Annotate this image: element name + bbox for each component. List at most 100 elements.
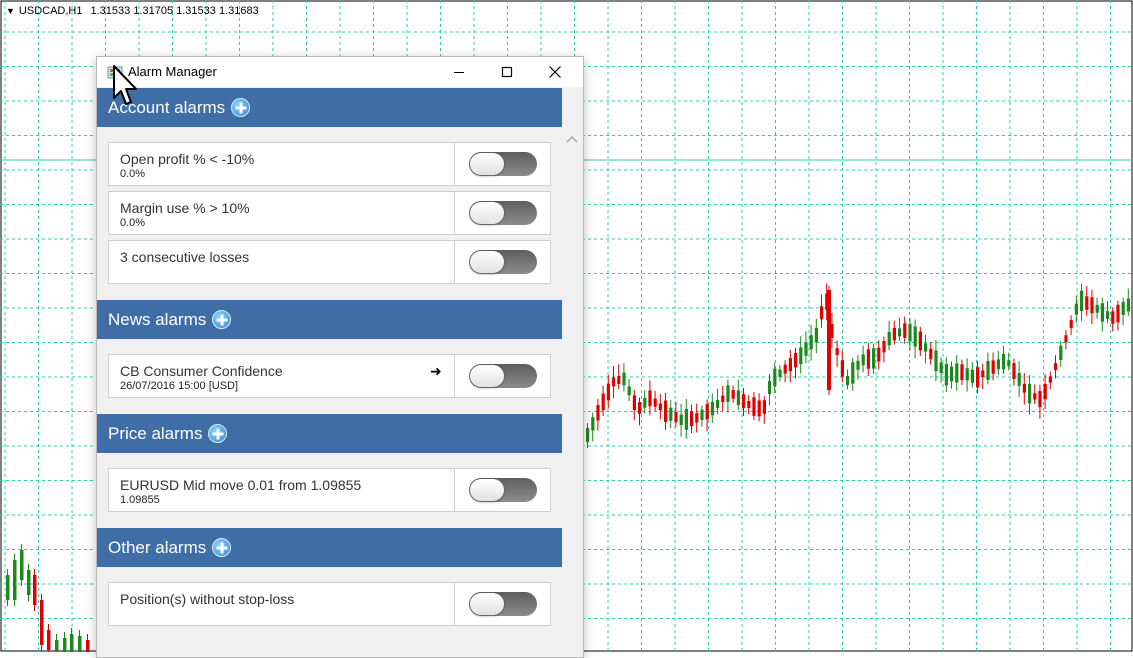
candle-body: [70, 634, 74, 652]
candle-body: [856, 360, 860, 370]
alarm-row-cb-consumer-confidence[interactable]: CB Consumer Confidence 26/07/2016 15:00 …: [108, 354, 551, 398]
alarm-title: Open profit % < -10%: [120, 151, 255, 167]
add-other-alarm-icon[interactable]: [212, 538, 232, 557]
arrow-right-icon[interactable]: ➜: [430, 363, 442, 380]
candle-body: [731, 389, 735, 399]
candle-body: [804, 342, 808, 356]
candle-body: [913, 326, 917, 347]
section-header-other: Other alarms: [97, 528, 562, 567]
add-news-alarm-icon[interactable]: [212, 310, 232, 329]
candle-body: [1002, 353, 1006, 370]
candle-body: [851, 362, 855, 384]
alarm-list[interactable]: Account alarms Open profit % < -10% 0.0%…: [97, 87, 583, 657]
alarm-value: 26/07/2016 15:00 [USD]: [120, 380, 239, 392]
candle-body: [617, 375, 621, 384]
candle-body: [955, 363, 959, 383]
candle-body: [773, 368, 777, 387]
close-icon: [549, 66, 561, 78]
candle-body: [939, 362, 943, 374]
toggle-knob: [470, 593, 504, 615]
candle-body: [898, 328, 902, 337]
alarm-label-area[interactable]: Open profit % < -10% 0.0%: [109, 143, 454, 185]
candle-body: [684, 408, 688, 430]
candle-body: [788, 358, 792, 372]
candle-body: [768, 380, 772, 395]
alarm-toggle-switch[interactable]: [469, 201, 537, 225]
alarm-row-consecutive-losses[interactable]: 3 consecutive losses: [108, 240, 551, 284]
candle-body: [1080, 290, 1084, 311]
candle-body: [887, 332, 891, 346]
alarm-toggle-switch[interactable]: [469, 478, 537, 502]
candle-body: [1038, 391, 1042, 408]
add-account-alarm-icon[interactable]: [231, 98, 251, 117]
candle-body: [1121, 301, 1125, 315]
toggle-knob: [470, 202, 504, 224]
title-bar[interactable]: Alarm Manager: [97, 57, 583, 87]
close-button[interactable]: [531, 57, 579, 87]
candle-body: [63, 638, 67, 652]
candle-body: [33, 575, 37, 605]
candle-body: [1069, 320, 1073, 328]
candle-body: [6, 575, 10, 600]
candle-body: [762, 400, 766, 414]
alarm-label-area[interactable]: Position(s) without stop-loss: [109, 583, 454, 625]
alarm-row-positions-without-stop-loss[interactable]: Position(s) without stop-loss: [108, 582, 551, 626]
alarm-manager-window[interactable]: Alarm Manager Account alarms Open profit…: [96, 56, 584, 658]
candle-body: [653, 398, 657, 407]
alarm-toggle-switch[interactable]: [469, 152, 537, 176]
alarm-toggle-switch[interactable]: [469, 250, 537, 274]
toggle-knob: [470, 251, 504, 273]
alarm-label-area[interactable]: Margin use % > 10% 0.0%: [109, 192, 454, 234]
candle-body: [965, 368, 969, 381]
maximize-button[interactable]: [483, 57, 531, 87]
add-price-alarm-icon[interactable]: [208, 424, 228, 443]
candle-body: [929, 348, 933, 360]
candle-body: [1043, 383, 1047, 400]
candle-body: [601, 393, 605, 411]
alarm-row-open-profit[interactable]: Open profit % < -10% 0.0%: [108, 142, 551, 186]
candle-body: [1059, 345, 1063, 361]
section-title: Price alarms: [108, 423, 203, 443]
candle-body: [658, 403, 662, 411]
chart-symbol: USDCAD,H1: [18, 5, 83, 17]
candle-body: [882, 341, 886, 353]
alarm-title: Margin use % > 10%: [120, 200, 250, 216]
section-title: News alarms: [108, 309, 207, 329]
candle-body: [840, 360, 844, 377]
candle-body: [757, 400, 761, 417]
alarm-row-eurusd-mid-move[interactable]: EURUSD Mid move 0.01 from 1.09855 1.0985…: [108, 468, 551, 512]
candle-body: [679, 414, 683, 425]
candle-body: [877, 347, 881, 362]
alarm-toggle-switch[interactable]: [469, 364, 537, 388]
alarm-toggle-cell: [454, 355, 551, 397]
scroll-up-button[interactable]: [565, 132, 579, 146]
candle-body: [726, 385, 730, 402]
candle-body: [1100, 303, 1104, 322]
toggle-knob: [470, 153, 504, 175]
candle-body: [747, 400, 751, 408]
alarm-row-margin-use[interactable]: Margin use % > 10% 0.0%: [108, 191, 551, 235]
candle-body: [606, 383, 610, 401]
alarm-title: EURUSD Mid move 0.01 from 1.09855: [120, 477, 362, 493]
alarm-toggle-switch[interactable]: [469, 592, 537, 616]
alarm-label-area[interactable]: 3 consecutive losses: [109, 241, 454, 283]
alarm-toggle-cell: [454, 241, 551, 283]
minimize-button[interactable]: [435, 57, 483, 87]
alarm-label-area[interactable]: CB Consumer Confidence 26/07/2016 15:00 …: [109, 355, 454, 397]
alarm-value: 0.0%: [120, 217, 146, 229]
candle-body: [783, 364, 787, 374]
alarm-title: Position(s) without stop-loss: [120, 591, 295, 607]
chart-menu-triangle-icon[interactable]: ▼: [6, 6, 15, 16]
candle-body: [934, 350, 938, 372]
candle-body: [794, 352, 798, 368]
candle-body: [866, 349, 870, 369]
candle-body: [1007, 360, 1011, 367]
candle-body: [1085, 296, 1089, 310]
alarm-label-area[interactable]: EURUSD Mid move 0.01 from 1.09855 1.0985…: [109, 469, 454, 511]
candle-body: [86, 640, 90, 652]
alarm-title: 3 consecutive losses: [120, 249, 250, 265]
section-header-account: Account alarms: [97, 88, 562, 127]
candle-body: [1017, 372, 1021, 386]
toggle-knob: [470, 479, 504, 501]
candle-body: [13, 560, 17, 600]
